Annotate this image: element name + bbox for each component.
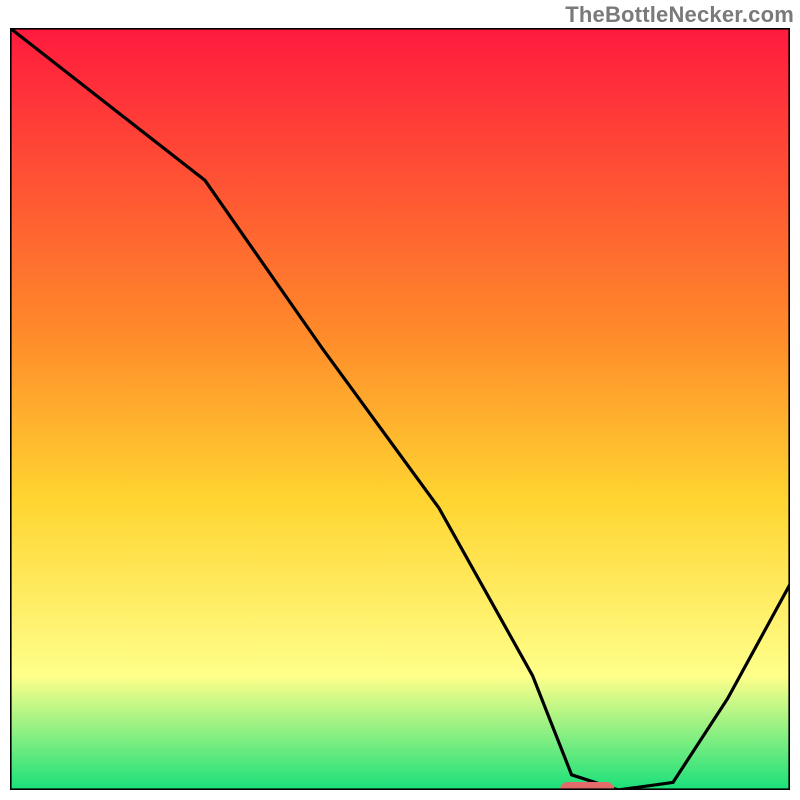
gradient-background: [10, 28, 790, 790]
watermark-label: TheBottleNecker.com: [565, 2, 794, 28]
plot-area: [10, 28, 790, 790]
chart-container: TheBottleNecker.com: [0, 0, 800, 800]
plot-svg: [10, 28, 790, 790]
